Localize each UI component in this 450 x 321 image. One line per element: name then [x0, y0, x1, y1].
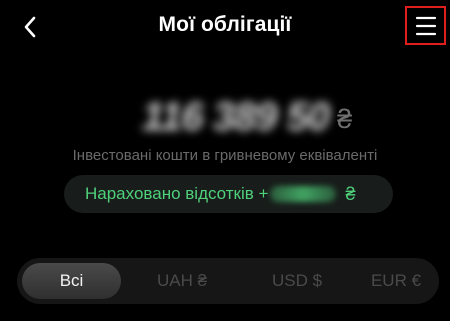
invested-amount-value: 116 389 50 [141, 94, 330, 139]
menu-button[interactable] [405, 6, 446, 45]
currency-filter: Всі UAH ₴ USD $ EUR € [17, 258, 439, 304]
tab-all[interactable]: Всі [22, 263, 121, 299]
tab-eur[interactable]: EUR € [357, 263, 435, 299]
interest-value-masked [270, 186, 337, 202]
interest-label: Нараховано відсотків + [85, 184, 269, 203]
invested-amount: 116 389 50 ₴ [0, 92, 450, 142]
interest-accrued-badge: Нараховано відсотків + ₴ [64, 175, 393, 213]
interest-currency: ₴ [345, 183, 356, 204]
hamburger-menu-icon [415, 16, 436, 35]
tab-usd[interactable]: USD $ [242, 263, 352, 299]
app-header: Мої облігації [0, 0, 450, 54]
page-title: Мої облігації [158, 13, 292, 36]
invested-amount-currency: ₴ [337, 103, 353, 134]
tab-uah[interactable]: UAH ₴ [137, 263, 227, 299]
invested-amount-caption: Інвестовані кошти в гривневому еквівален… [72, 147, 378, 164]
